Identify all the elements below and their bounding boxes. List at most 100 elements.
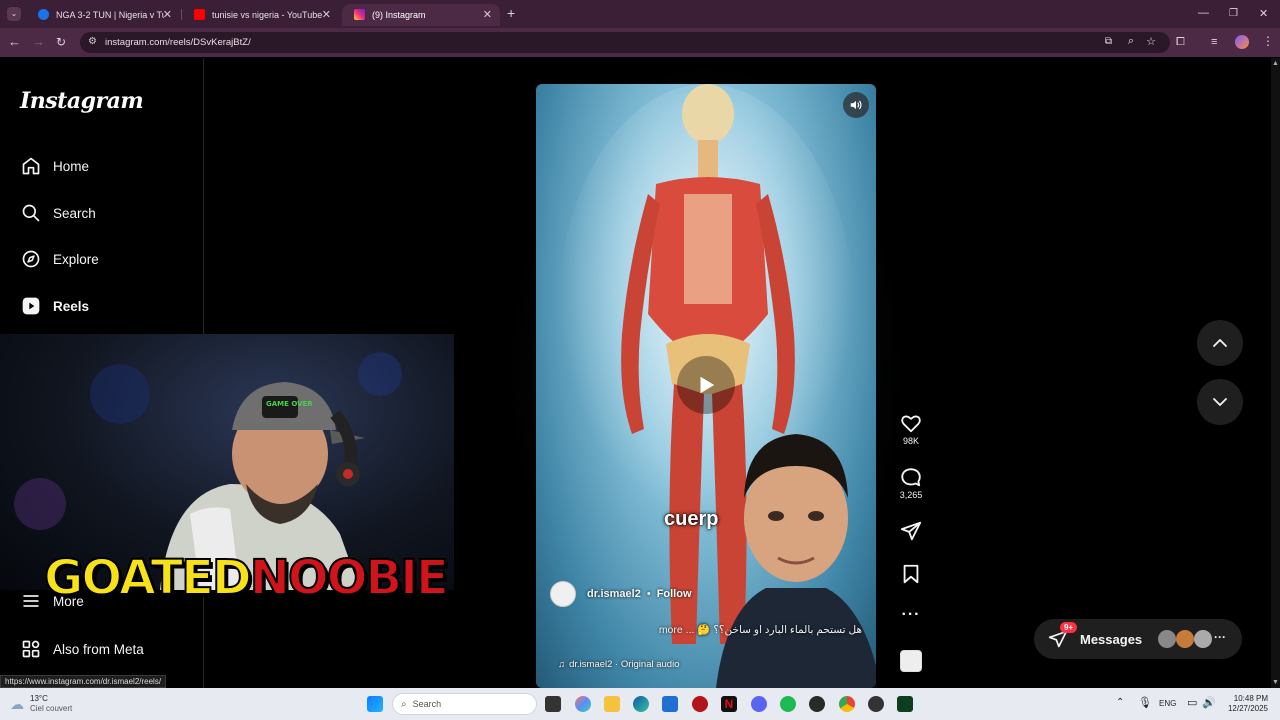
reel-audio[interactable]: ♫ dr.ismael2 · Original audio <box>558 656 679 672</box>
sidebar-item-also-from-meta[interactable]: Also from Meta <box>20 635 144 663</box>
bookmark-star-icon[interactable]: ☆ <box>1146 35 1156 48</box>
sidebar-item-label: Search <box>53 205 96 221</box>
avatar <box>1158 630 1176 648</box>
network-icon[interactable]: ▭ <box>1187 696 1197 709</box>
sidebar-item-home[interactable]: Home <box>20 152 89 180</box>
restore-icon[interactable]: ❐ <box>1229 7 1238 21</box>
goated-noobie-logo: GOATEDNOOBIE <box>43 549 450 607</box>
minimize-icon[interactable]: — <box>1198 6 1209 20</box>
file-explorer-icon[interactable] <box>604 696 620 712</box>
app-red-icon[interactable] <box>692 696 708 712</box>
tab-instagram[interactable]: (9) Instagram ✕ <box>342 4 500 26</box>
share-action[interactable] <box>896 520 926 544</box>
media-control-icon[interactable]: ≡ <box>1211 35 1217 49</box>
taskbar-search-placeholder: Search <box>412 699 442 709</box>
close-tab-icon[interactable]: ✕ <box>483 8 492 21</box>
sidebar-item-label: Reels <box>53 298 90 314</box>
clock[interactable]: 10:48 PM 12/27/2025 <box>1222 694 1268 714</box>
audio-thumbnail[interactable] <box>900 650 922 672</box>
task-view-icon[interactable] <box>545 696 561 712</box>
windows-start-icon[interactable] <box>367 696 383 712</box>
youtube-favicon-icon <box>194 9 205 20</box>
follow-button[interactable]: Follow <box>657 588 692 600</box>
volume-icon[interactable]: 🔊 <box>1202 696 1216 709</box>
music-note-icon: ♫ <box>558 658 566 670</box>
clock-date: 12/27/2025 <box>1227 704 1268 713</box>
address-bar[interactable]: ⚙ instagram.com/reels/DSvKerajBtZ/ ⧉ ⌕ ☆ <box>80 32 1170 53</box>
cap-text: GAME OVER <box>266 400 313 408</box>
zoom-icon[interactable]: ⌕ <box>1128 35 1134 48</box>
reel-video[interactable]: cuerp dr.ismael2 • Follow هل تستحم بالما… <box>536 84 876 688</box>
messages-button[interactable]: 9+ Messages ··· <box>1034 619 1242 659</box>
tray-chevron-icon[interactable]: ⌃ <box>1116 697 1124 708</box>
spotify-icon[interactable] <box>780 696 796 712</box>
sidebar-item-label: Also from Meta <box>53 641 144 657</box>
sidebar-item-reels[interactable]: Reels <box>20 292 89 320</box>
new-tab-button[interactable]: + <box>507 6 515 20</box>
author-avatar[interactable] <box>550 581 576 607</box>
avatar <box>1194 630 1212 648</box>
next-reel-button[interactable] <box>1197 379 1243 425</box>
discord-icon[interactable] <box>751 696 767 712</box>
previous-reel-button[interactable] <box>1197 320 1243 366</box>
play-button[interactable] <box>677 356 735 414</box>
speaker-icon <box>850 100 862 110</box>
like-count: 98K <box>902 436 919 446</box>
terminal-icon[interactable] <box>897 696 913 712</box>
save-action[interactable] <box>896 563 926 587</box>
scroll-down-arrow[interactable]: ▼ <box>1272 679 1279 686</box>
netflix-icon[interactable]: N <box>721 696 737 712</box>
comment-count: 3,265 <box>899 490 923 500</box>
scroll-up-arrow[interactable]: ▲ <box>1272 60 1279 67</box>
app-dark-icon[interactable] <box>809 696 825 712</box>
weather-widget[interactable]: ☁ 13°C Ciel couvert <box>10 693 72 715</box>
app-tool-icon[interactable] <box>868 696 884 712</box>
tab-title: NGA 3-2 TUN | Nigeria v Tunisia <box>56 10 164 20</box>
reel-caption[interactable]: هل تستحم بالماء البارد او ساخن؟؟ 🤔 ... m… <box>592 623 862 636</box>
tab-title: tunisie vs nigeria - YouTube <box>212 10 323 20</box>
close-tab-icon[interactable]: ✕ <box>322 8 331 21</box>
tab-strip: ⌄ NGA 3-2 TUN | Nigeria v Tunisia ✕ tuni… <box>0 0 1280 28</box>
more-options-icon[interactable]: ··· <box>896 606 926 624</box>
chevron-down-icon <box>1213 398 1227 406</box>
tab-youtube[interactable]: tunisie vs nigeria - YouTube ✕ <box>182 4 339 26</box>
chrome-icon[interactable] <box>839 696 855 712</box>
page-scrollbar[interactable]: ▲ ▼ <box>1271 58 1280 688</box>
microphone-icon[interactable]: 🎙 <box>1138 696 1152 709</box>
audio-label: dr.ismael2 · Original audio <box>569 658 680 670</box>
separator-dot: • <box>646 588 651 600</box>
forward-icon[interactable]: → <box>32 35 45 49</box>
link-status-bar: https://www.instagram.com/dr.ismael2/ree… <box>0 675 167 688</box>
instagram-logo[interactable]: Instagram <box>20 88 144 114</box>
language-indicator[interactable]: ENG <box>1159 699 1176 708</box>
back-icon[interactable]: ← <box>8 35 21 49</box>
tab-search-icon[interactable]: ⌄ <box>7 7 21 21</box>
extensions-icon[interactable]: ⧠ <box>1176 35 1185 49</box>
sidebar-item-label: Home <box>53 158 90 174</box>
copilot-icon[interactable] <box>575 696 591 712</box>
profile-avatar[interactable] <box>1235 35 1249 49</box>
edge-icon[interactable] <box>633 696 649 712</box>
sidebar-item-explore[interactable]: Explore <box>20 245 99 273</box>
meta-apps-icon <box>20 638 42 660</box>
mute-button[interactable] <box>843 92 869 118</box>
store-icon[interactable] <box>662 696 678 712</box>
close-window-icon[interactable]: ✕ <box>1259 7 1268 21</box>
close-tab-icon[interactable]: ✕ <box>163 8 172 21</box>
home-icon <box>20 155 42 177</box>
comment-action[interactable]: 3,265 <box>896 466 926 500</box>
messages-badge: 9+ <box>1060 622 1078 633</box>
instagram-favicon-icon <box>354 9 365 20</box>
clock-time: 10:48 PM <box>1233 694 1268 703</box>
chevron-up-icon <box>1213 339 1227 347</box>
reload-icon[interactable]: ↻ <box>56 35 66 49</box>
taskbar-search[interactable]: ⌕ Search <box>392 693 537 715</box>
sidebar-item-search[interactable]: Search <box>20 199 96 227</box>
author-name[interactable]: dr.ismael2 <box>587 588 641 600</box>
install-app-icon[interactable]: ⧉ <box>1105 36 1112 47</box>
like-action[interactable]: 98K <box>896 412 926 446</box>
search-icon <box>20 202 42 224</box>
tab-nigeria-tunisia[interactable]: NGA 3-2 TUN | Nigeria v Tunisia ✕ <box>26 4 180 26</box>
menu-icon[interactable]: ⋮ <box>1262 34 1274 48</box>
site-info-icon[interactable]: ⚙ <box>88 36 97 47</box>
